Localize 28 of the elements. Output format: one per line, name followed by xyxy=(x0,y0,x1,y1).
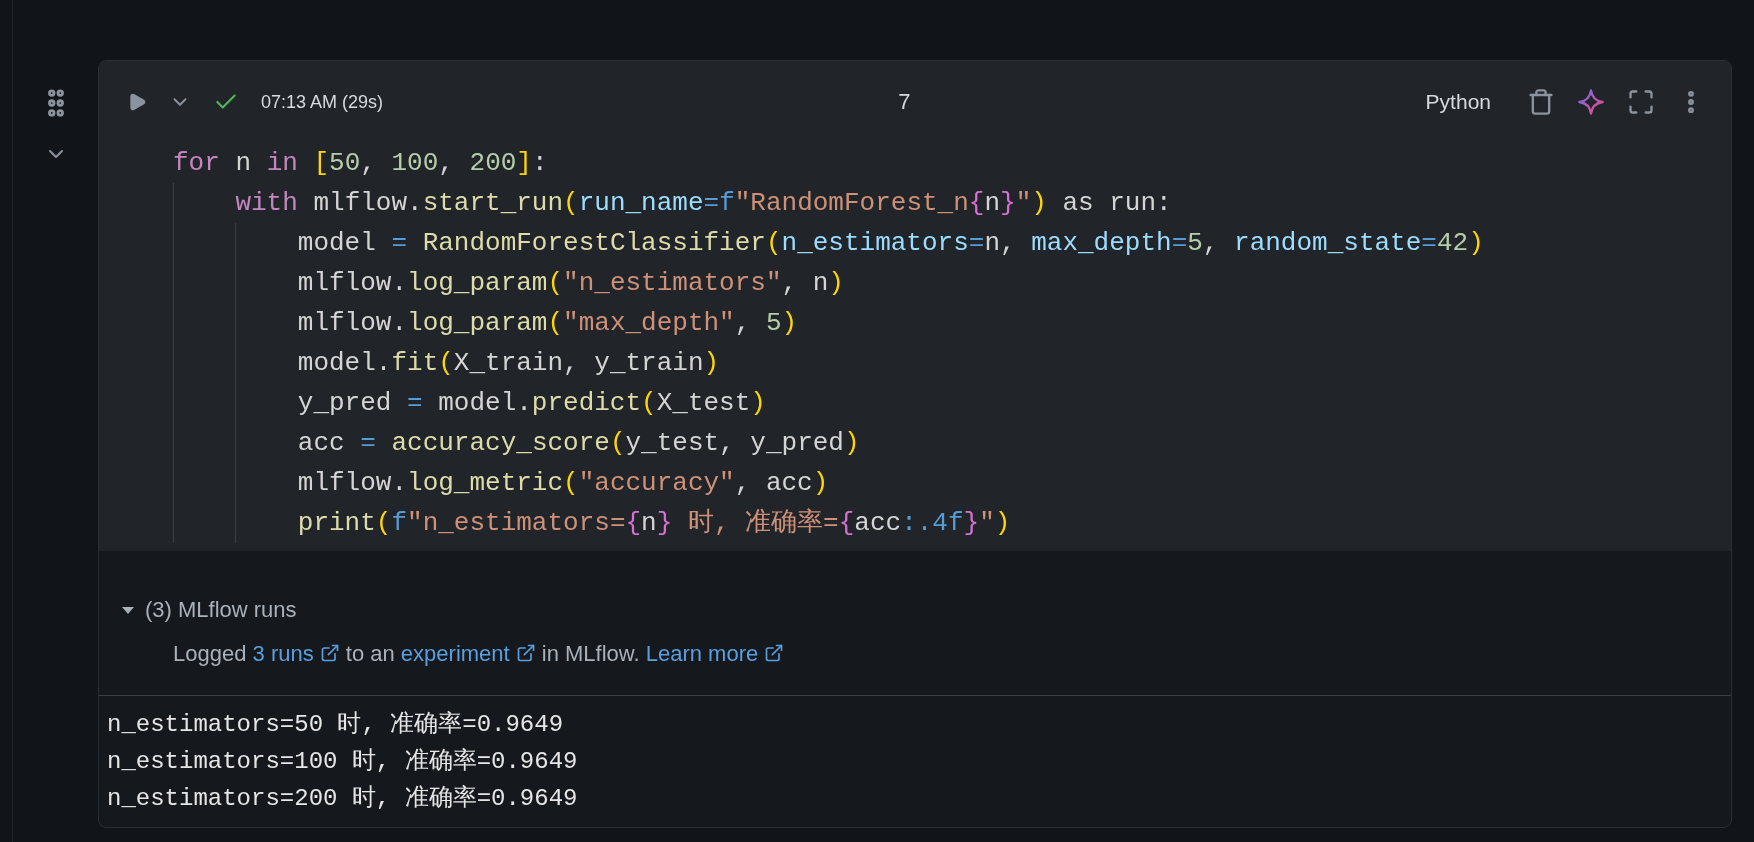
play-icon[interactable] xyxy=(127,92,147,112)
code-line: mlflow.log_param("n_estimators", n) xyxy=(297,267,845,300)
output-line: n_estimators=50 时, 准确率=0.9649 xyxy=(107,710,565,740)
link[interactable]: 3 runs xyxy=(252,641,340,666)
code-line: mlflow.log_param("max_depth", 5) xyxy=(297,307,799,340)
external-link-icon[interactable] xyxy=(764,643,785,663)
code-line: with mlflow.start_run(run_name=f"RandomForest_n{n}") as run: xyxy=(235,187,1173,220)
language-label[interactable]: Python xyxy=(1425,90,1491,114)
code-line: print(f"n_estimators={n} 时, 准确率={acc:.4f}") xyxy=(297,507,1012,540)
execution-time: 07:13 AM (29s) xyxy=(261,91,384,113)
output-line: n_estimators=200 时, 准确率=0.9649 xyxy=(107,784,579,814)
cell-number: 7 xyxy=(897,89,912,115)
code-line: y_pred = model.predict(X_test) xyxy=(297,387,767,420)
code-line: mlflow.log_metric("accuracy", acc) xyxy=(297,467,830,500)
sparkle-icon[interactable] xyxy=(1577,88,1605,116)
trash-icon[interactable] xyxy=(1527,88,1555,116)
link[interactable]: experiment xyxy=(400,641,536,666)
external-link-icon[interactable] xyxy=(515,643,536,663)
code-line: model.fit(X_train, y_train) xyxy=(297,347,721,380)
fullscreen-icon[interactable] xyxy=(1627,88,1655,116)
link[interactable]: Learn more xyxy=(645,641,785,666)
code-line: for n in [50, 100, 200]: xyxy=(173,147,549,180)
output-line: n_estimators=100 时, 准确率=0.9649 xyxy=(107,747,579,777)
mlflow-message: Logged 3 runs to an experiment in MLflow. Learn more xyxy=(173,639,1731,669)
external-link-icon[interactable] xyxy=(319,643,340,663)
mlflow-runs-toggle[interactable]: (3) MLflow runs xyxy=(121,597,297,623)
code-line: model = RandomForestClassifier(n_estimators=n, max_depth=5, random_state=42) xyxy=(297,227,1485,260)
code-line: acc = accuracy_score(y_test, y_pred) xyxy=(297,427,861,460)
